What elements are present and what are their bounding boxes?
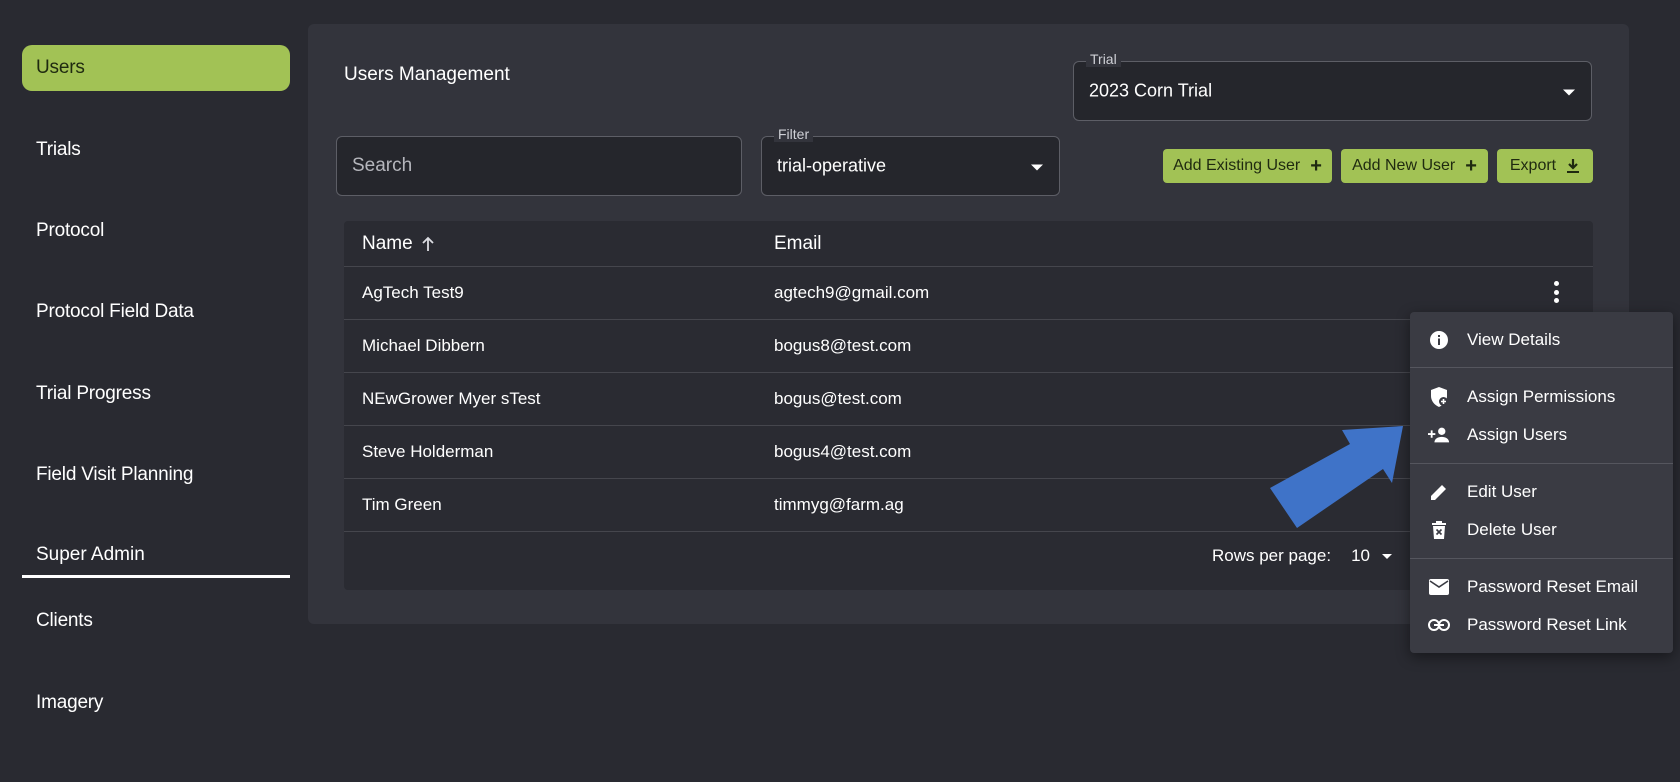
- download-icon: [1567, 159, 1580, 173]
- rows-per-page-select[interactable]: 10: [1351, 546, 1392, 566]
- menu-item-label: Assign Users: [1467, 425, 1568, 444]
- add-new-user-button[interactable]: Add New User +: [1341, 149, 1488, 183]
- sidebar-item-label: Clients: [36, 610, 93, 631]
- cell-email: agtech9@gmail.com: [774, 283, 930, 302]
- link-icon: [1428, 614, 1450, 636]
- search-input[interactable]: [337, 137, 741, 195]
- sidebar-item-label: Field Visit Planning: [36, 464, 194, 485]
- menu-item-password-reset-email[interactable]: Password Reset Email: [1410, 569, 1673, 605]
- cell-name: NEwGrower Myer sTest: [362, 389, 541, 408]
- sidebar-item-users[interactable]: Users: [22, 45, 290, 91]
- sidebar-item-label: Trials: [36, 139, 81, 160]
- plus-icon: +: [1465, 155, 1477, 177]
- trial-select-value: 2023 Corn Trial: [1089, 80, 1213, 101]
- sidebar-section-label: Super Admin: [36, 544, 145, 565]
- trash-icon: [1428, 519, 1450, 541]
- filter-select[interactable]: Filter trial-operative: [761, 126, 1060, 196]
- menu-item-view-details[interactable]: View Details: [1410, 322, 1673, 358]
- info-icon: [1428, 329, 1450, 351]
- page-title: Users Management: [344, 64, 510, 85]
- plus-icon: +: [1310, 155, 1322, 177]
- menu-divider: [1410, 367, 1673, 368]
- sidebar-item-label: Trial Progress: [36, 383, 151, 404]
- users-table: Name Email AgTech Test9 agtech9@gmail.co…: [344, 221, 1593, 590]
- menu-divider: [1410, 558, 1673, 559]
- menu-divider: [1410, 463, 1673, 464]
- cell-email: bogus@test.com: [774, 389, 902, 408]
- sidebar: Users Trials Protocol Protocol Field Dat…: [0, 0, 300, 782]
- sidebar-item-label: Imagery: [36, 692, 104, 713]
- sidebar-item-imagery[interactable]: Imagery: [22, 680, 290, 726]
- menu-item-label: Password Reset Link: [1467, 615, 1627, 634]
- cell-name: Michael Dibbern: [362, 336, 485, 355]
- cell-email: timmyg@farm.ag: [774, 495, 904, 514]
- cell-name: Steve Holderman: [362, 442, 494, 461]
- menu-item-label: View Details: [1467, 330, 1561, 349]
- user-actions-menu: View Details Assign Permissions Assign U…: [1410, 312, 1673, 653]
- table-pagination: Rows per page: 10: [1212, 546, 1392, 566]
- sidebar-item-label: Users: [36, 57, 85, 78]
- button-label: Export: [1509, 157, 1557, 174]
- cell-email: bogus8@test.com: [774, 336, 912, 355]
- trial-select[interactable]: Trial 2023 Corn Trial: [1073, 51, 1592, 121]
- sidebar-item-clients[interactable]: Clients: [22, 598, 290, 644]
- menu-item-assign-permissions[interactable]: Assign Permissions: [1410, 379, 1673, 415]
- cell-name: AgTech Test9: [362, 283, 464, 302]
- sidebar-item-field-visit-planning[interactable]: Field Visit Planning: [22, 452, 290, 498]
- table-header: Name Email: [344, 221, 1593, 267]
- annotation-arrow-icon: [1270, 426, 1403, 528]
- search-field[interactable]: [336, 136, 742, 196]
- button-label: Add Existing User: [1173, 157, 1301, 174]
- arrow-up-icon: [422, 236, 434, 251]
- menu-item-assign-users[interactable]: Assign Users: [1410, 417, 1673, 453]
- person-add-icon: [1428, 424, 1450, 446]
- filter-select-value: trial-operative: [777, 155, 887, 176]
- export-button[interactable]: Export: [1497, 149, 1593, 183]
- table-row[interactable]: AgTech Test9 agtech9@gmail.com: [344, 267, 1593, 320]
- sidebar-item-label: Protocol: [36, 220, 105, 241]
- cell-email: bogus4@test.com: [774, 442, 912, 461]
- shield-add-icon: [1428, 386, 1450, 408]
- menu-item-label: Assign Permissions: [1467, 387, 1616, 406]
- sidebar-item-protocol-field-data[interactable]: Protocol Field Data: [22, 289, 290, 335]
- more-vert-icon[interactable]: [1553, 281, 1559, 303]
- caret-down-icon: [1382, 553, 1392, 559]
- column-header-name[interactable]: Name: [362, 233, 435, 255]
- rows-per-page-label: Rows per page:: [1212, 546, 1332, 565]
- trial-select-legend: Trial: [1086, 51, 1121, 67]
- add-existing-user-button[interactable]: Add Existing User +: [1163, 149, 1332, 183]
- sidebar-item-label: Protocol Field Data: [36, 301, 194, 322]
- sidebar-item-trials[interactable]: Trials: [22, 127, 290, 173]
- caret-down-icon: [1031, 164, 1043, 171]
- menu-item-edit-user[interactable]: Edit User: [1410, 474, 1673, 510]
- rows-per-page-value: 10: [1351, 546, 1370, 565]
- button-label: Add New User: [1352, 157, 1456, 174]
- mail-icon: [1428, 576, 1450, 598]
- column-header-email[interactable]: Email: [774, 233, 822, 255]
- sidebar-item-protocol[interactable]: Protocol: [22, 208, 290, 254]
- menu-item-label: Password Reset Email: [1467, 577, 1639, 596]
- table-row[interactable]: Michael Dibbern bogus8@test.com: [344, 320, 1593, 373]
- filter-select-legend: Filter: [774, 126, 814, 142]
- caret-down-icon: [1563, 89, 1575, 96]
- menu-item-password-reset-link[interactable]: Password Reset Link: [1410, 607, 1673, 643]
- menu-item-label: Edit User: [1467, 482, 1537, 501]
- menu-item-delete-user[interactable]: Delete User: [1410, 512, 1673, 548]
- cell-name: Tim Green: [362, 495, 442, 514]
- sidebar-section-super-admin: Super Admin: [22, 535, 290, 578]
- column-header-label: Name: [362, 233, 413, 254]
- menu-item-label: Delete User: [1467, 520, 1557, 539]
- sidebar-item-trial-progress[interactable]: Trial Progress: [22, 371, 290, 417]
- column-header-label: Email: [774, 233, 822, 254]
- pencil-icon: [1428, 481, 1450, 503]
